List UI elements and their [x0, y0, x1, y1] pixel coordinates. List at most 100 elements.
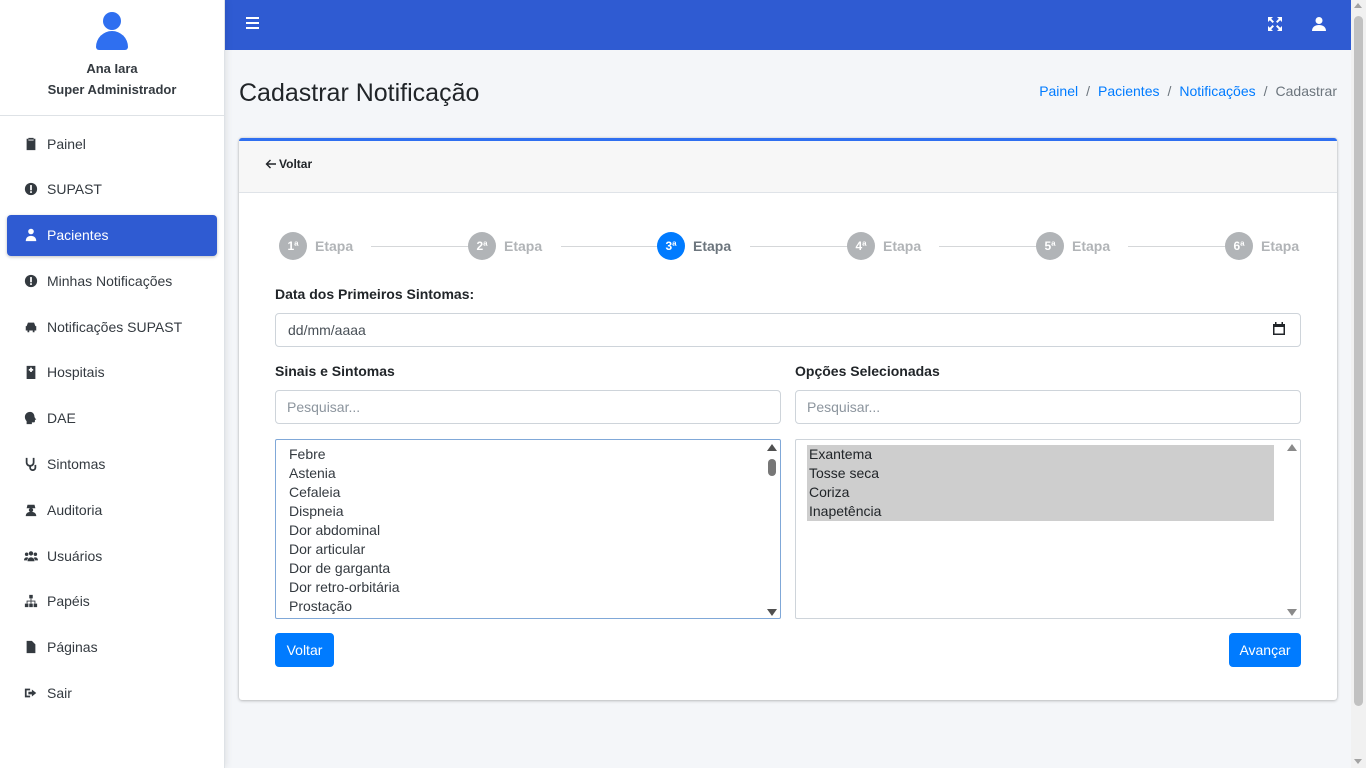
step-number: 2ª [468, 232, 496, 260]
sidebar-item-label: Usuários [47, 547, 103, 564]
next-button[interactable]: Avançar [1229, 633, 1301, 667]
user-name: Ana Iara [86, 61, 138, 76]
list-item[interactable]: Cefaleia [276, 483, 780, 502]
breadcrumb-current: Cadastrar [1275, 83, 1337, 99]
step-5[interactable]: 5ª Etapa [1036, 232, 1110, 260]
scrollbar-thumb[interactable] [1354, 16, 1363, 706]
list-item[interactable]: Coriza [807, 483, 1274, 502]
sidebar-nav: Painel SUPAST Pacientes Minhas Notificaç… [0, 116, 224, 714]
breadcrumb-separator: / [1263, 83, 1268, 99]
sidebar-item-pacientes[interactable]: Pacientes [7, 214, 217, 256]
sidebar-item-label: SUPAST [47, 181, 102, 198]
topbar [225, 0, 1351, 50]
list-item[interactable]: Dor retro-orbitária [276, 578, 780, 597]
scroll-up-arrow-icon[interactable] [1287, 444, 1297, 451]
list-item[interactable]: Dor de garganta [276, 559, 780, 578]
list-item[interactable]: Astenia [276, 464, 780, 483]
hamburger-menu-icon[interactable] [246, 17, 259, 31]
sidebar-item-usuarios[interactable]: Usuários [7, 535, 217, 576]
exclamation-circle-icon [23, 273, 39, 289]
step-label: Etapa [883, 238, 922, 254]
list-item[interactable]: Dispneia [276, 502, 780, 521]
list-item[interactable]: Exantema [807, 445, 1274, 464]
list-item[interactable]: Dor articular [276, 540, 780, 559]
listbox-scrollbar[interactable] [1286, 442, 1298, 616]
breadcrumb-notificacoes[interactable]: Notificações [1179, 83, 1255, 99]
exclamation-circle-icon [23, 181, 39, 197]
scroll-down-arrow-icon[interactable] [1354, 759, 1362, 764]
breadcrumb-pacientes[interactable]: Pacientes [1098, 83, 1159, 99]
sidebar-item-notificacoes-supast[interactable]: Notificações SUPAST [7, 306, 217, 347]
sidebar-item-papeis[interactable]: Papéis [7, 581, 217, 622]
sidebar-item-auditoria[interactable]: Auditoria [7, 489, 217, 530]
users-icon [23, 548, 39, 564]
fullscreen-icon[interactable] [1267, 16, 1283, 32]
user-role: Super Administrador [47, 82, 177, 97]
list-item[interactable]: Inapetência [807, 502, 1274, 521]
list-item[interactable]: Tosse seca [807, 464, 1274, 483]
list-item[interactable]: Dor abdominal [276, 521, 780, 540]
breadcrumb-separator: / [1167, 83, 1172, 99]
sidebar-item-painel[interactable]: Painel [7, 123, 217, 164]
signs-symptoms-listbox[interactable]: Febre Astenia Cefaleia Dispneia Dor abdo… [275, 439, 781, 619]
list-item[interactable]: Febre [276, 445, 780, 464]
selected-options-listbox[interactable]: Exantema Tosse seca Coriza Inapetência [795, 439, 1301, 619]
first-symptoms-date-input[interactable]: dd/mm/aaaa [275, 313, 1301, 347]
step-label: Etapa [1072, 238, 1111, 254]
first-symptoms-label: Data dos Primeiros Sintomas: [275, 286, 475, 302]
sidebar-item-hospitais[interactable]: Hospitais [7, 352, 217, 393]
sidebar-item-minhas-notificacoes[interactable]: Minhas Notificações [7, 260, 217, 301]
file-icon [23, 639, 39, 655]
step-label: Etapa [1261, 238, 1300, 254]
sidebar-item-sintomas[interactable]: Sintomas [7, 444, 217, 485]
user-avatar-icon[interactable] [96, 12, 128, 52]
sitemap-icon [23, 593, 39, 609]
scroll-down-arrow-icon[interactable] [1287, 609, 1297, 616]
sidebar-item-sair[interactable]: Sair [7, 673, 217, 714]
scroll-up-arrow-icon[interactable] [1354, 3, 1362, 8]
user-icon[interactable] [1311, 16, 1327, 32]
back-link[interactable]: Voltar [265, 157, 312, 171]
breadcrumb-separator: / [1086, 83, 1090, 99]
car-icon [23, 319, 39, 335]
step-number: 5ª [1036, 232, 1064, 260]
scrollbar-thumb[interactable] [768, 459, 776, 476]
sidebar-item-label: DAE [47, 410, 76, 427]
selected-search-input[interactable]: Pesquisar... [795, 390, 1301, 424]
sidebar: Ana Iara Super Administrador Painel SUPA… [0, 0, 225, 768]
step-6[interactable]: 6ª Etapa [1225, 232, 1299, 260]
step-number: 3ª [657, 232, 685, 260]
stethoscope-icon [23, 456, 39, 472]
sidebar-item-label: Sintomas [47, 456, 106, 473]
step-2[interactable]: 2ª Etapa [468, 232, 542, 260]
sidebar-item-dae[interactable]: DAE [7, 398, 217, 439]
step-1[interactable]: 1ª Etapa [279, 232, 353, 260]
user-injured-icon [23, 227, 39, 243]
signs-search-input[interactable]: Pesquisar... [275, 390, 781, 424]
sidebar-item-label: Auditoria [47, 501, 103, 518]
sidebar-item-paginas[interactable]: Páginas [7, 627, 217, 668]
scroll-up-arrow-icon[interactable] [767, 444, 777, 451]
list-item[interactable]: Prostação [276, 597, 780, 616]
step-label: Etapa [315, 238, 354, 254]
notification-form-card: Voltar 1ª Etapa 2ª Etapa 3ª Etapa 4ª Eta… [239, 138, 1337, 700]
page-scrollbar[interactable] [1351, 0, 1366, 768]
back-button[interactable]: Voltar [275, 633, 334, 667]
step-label: Etapa [693, 238, 732, 254]
clipboard-icon [23, 136, 39, 152]
signs-symptoms-label: Sinais e Sintomas [275, 363, 395, 379]
step-number: 6ª [1225, 232, 1253, 260]
step-label: Etapa [504, 238, 543, 254]
stepper: 1ª Etapa 2ª Etapa 3ª Etapa 4ª Etapa 5ª E… [279, 232, 1299, 262]
sidebar-item-supast[interactable]: SUPAST [7, 169, 217, 210]
breadcrumb-painel[interactable]: Painel [1039, 83, 1078, 99]
sidebar-item-label: Minhas Notificações [47, 272, 173, 289]
selected-options-label: Opções Selecionadas [795, 363, 940, 379]
listbox-scrollbar[interactable] [766, 442, 778, 616]
step-4[interactable]: 4ª Etapa [847, 232, 921, 260]
sidebar-item-label: Páginas [47, 639, 98, 656]
step-3[interactable]: 3ª Etapa [657, 232, 731, 260]
user-panel: Ana Iara Super Administrador [0, 0, 224, 116]
scroll-down-arrow-icon[interactable] [767, 609, 777, 616]
calendar-icon[interactable] [1272, 322, 1286, 336]
